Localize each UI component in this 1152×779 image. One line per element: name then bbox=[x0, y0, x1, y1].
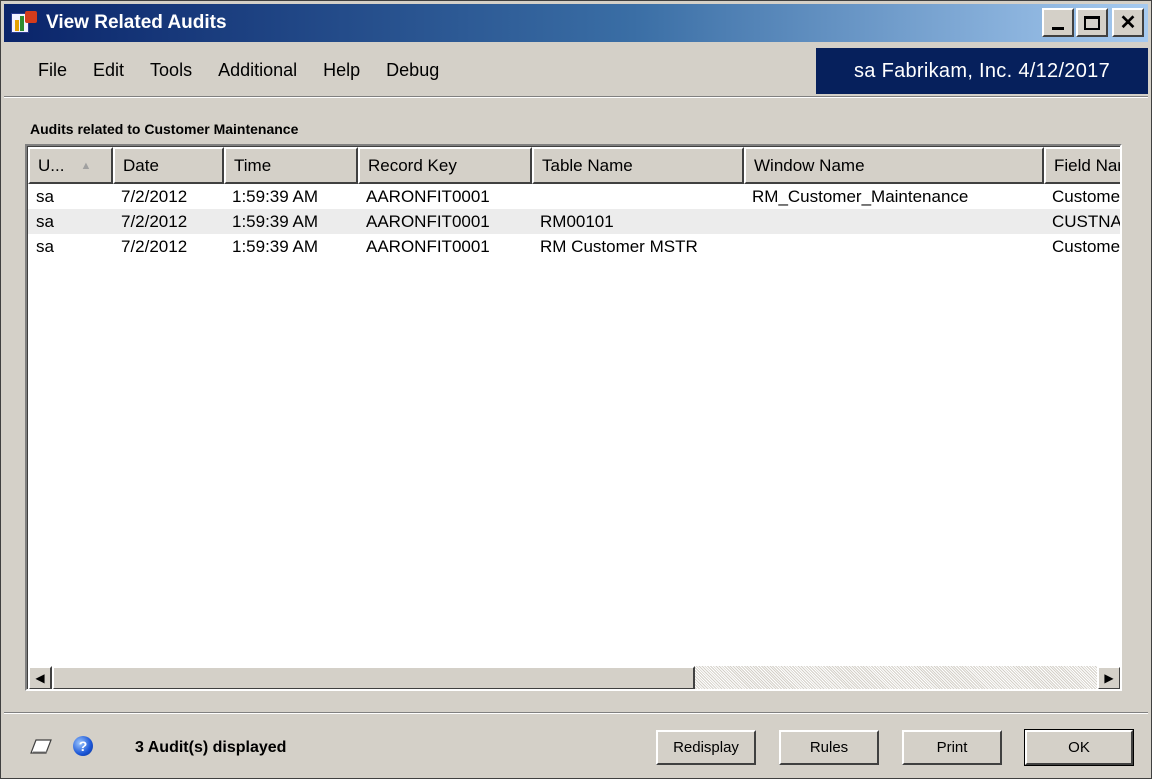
grid-header: U... ▲ Date Time Record Key Table Name Wi… bbox=[28, 147, 1120, 184]
cell-record-key: AARONFIT0001 bbox=[366, 211, 490, 231]
window-title: View Related Audits bbox=[46, 12, 227, 33]
close-icon: ✕ bbox=[1119, 12, 1137, 34]
cell-time: 1:59:39 AM bbox=[232, 236, 319, 256]
close-button[interactable]: ✕ bbox=[1112, 8, 1144, 37]
scroll-right-icon: ▶ bbox=[1104, 671, 1114, 685]
minimize-button[interactable] bbox=[1042, 8, 1074, 37]
note-icon[interactable] bbox=[30, 738, 52, 755]
print-button[interactable]: Print bbox=[902, 730, 1002, 765]
grid-rows: sa 7/2/2012 1:59:39 AM AARONFIT0001 RM_C… bbox=[28, 184, 1121, 259]
window: View Related Audits ✕ File Edit Tools Ad… bbox=[0, 0, 1152, 779]
title-bar[interactable]: View Related Audits ✕ bbox=[4, 4, 1148, 42]
app-icon bbox=[11, 11, 37, 35]
divider bbox=[4, 96, 1148, 98]
status-text: 3 Audit(s) displayed bbox=[135, 739, 287, 756]
cell-date: 7/2/2012 bbox=[121, 186, 188, 206]
rules-button[interactable]: Rules bbox=[779, 730, 879, 765]
menu-edit[interactable]: Edit bbox=[93, 60, 124, 81]
cell-user: sa bbox=[36, 236, 54, 256]
cell-field-name: CUSTNA bbox=[1052, 211, 1121, 231]
sort-ascending-icon: ▲ bbox=[80, 159, 92, 172]
scroll-left-icon: ◀ bbox=[35, 671, 45, 685]
company-info: sa Fabrikam, Inc. 4/12/2017 bbox=[816, 48, 1148, 94]
maximize-icon bbox=[1084, 15, 1100, 30]
scrollbar-thumb[interactable] bbox=[52, 666, 695, 689]
table-row[interactable]: sa 7/2/2012 1:59:39 AM AARONFIT0001 RM C… bbox=[28, 234, 1121, 259]
cell-table-name: RM00101 bbox=[540, 211, 614, 231]
scroll-left-button[interactable]: ◀ bbox=[28, 666, 52, 689]
cell-date: 7/2/2012 bbox=[121, 211, 188, 231]
menu-file[interactable]: File bbox=[38, 60, 67, 81]
table-row[interactable]: sa 7/2/2012 1:59:39 AM AARONFIT0001 RM_C… bbox=[28, 184, 1121, 209]
column-header-date[interactable]: Date bbox=[113, 147, 224, 184]
minimize-icon bbox=[1052, 27, 1064, 30]
column-header-window-name[interactable]: Window Name bbox=[744, 147, 1044, 184]
cell-user: sa bbox=[36, 186, 54, 206]
column-header-field-name[interactable]: Field Nar bbox=[1044, 147, 1120, 184]
menu-tools[interactable]: Tools bbox=[150, 60, 192, 81]
ok-button[interactable]: OK bbox=[1024, 729, 1134, 766]
section-label: Audits related to Customer Maintenance bbox=[30, 121, 299, 137]
cell-time: 1:59:39 AM bbox=[232, 211, 319, 231]
column-header-record-key[interactable]: Record Key bbox=[358, 147, 532, 184]
maximize-button[interactable] bbox=[1076, 8, 1108, 37]
table-row[interactable]: sa 7/2/2012 1:59:39 AM AARONFIT0001 RM00… bbox=[28, 209, 1121, 234]
cell-date: 7/2/2012 bbox=[121, 236, 188, 256]
column-header-table-name[interactable]: Table Name bbox=[532, 147, 744, 184]
audit-grid[interactable]: U... ▲ Date Time Record Key Table Name Wi… bbox=[25, 144, 1122, 691]
help-icon[interactable]: ? bbox=[73, 736, 93, 756]
menu-additional[interactable]: Additional bbox=[218, 60, 297, 81]
cell-field-name: Custome bbox=[1052, 186, 1121, 206]
divider bbox=[4, 712, 1148, 714]
cell-field-name: Custome bbox=[1052, 236, 1121, 256]
cell-record-key: AARONFIT0001 bbox=[366, 186, 490, 206]
horizontal-scrollbar[interactable]: ◀ ▶ bbox=[28, 666, 1120, 689]
cell-table-name: RM Customer MSTR bbox=[540, 236, 698, 256]
cell-record-key: AARONFIT0001 bbox=[366, 236, 490, 256]
cell-time: 1:59:39 AM bbox=[232, 186, 319, 206]
scroll-right-button[interactable]: ▶ bbox=[1097, 666, 1120, 689]
menu-bar: File Edit Tools Additional Help Debug sa… bbox=[4, 48, 1148, 96]
redisplay-button[interactable]: Redisplay bbox=[656, 730, 756, 765]
menu-debug[interactable]: Debug bbox=[386, 60, 439, 81]
column-header-time[interactable]: Time bbox=[224, 147, 358, 184]
menu-help[interactable]: Help bbox=[323, 60, 360, 81]
cell-window-name: RM_Customer_Maintenance bbox=[752, 186, 969, 206]
cell-user: sa bbox=[36, 211, 54, 231]
column-header-user[interactable]: U... ▲ bbox=[28, 147, 113, 184]
